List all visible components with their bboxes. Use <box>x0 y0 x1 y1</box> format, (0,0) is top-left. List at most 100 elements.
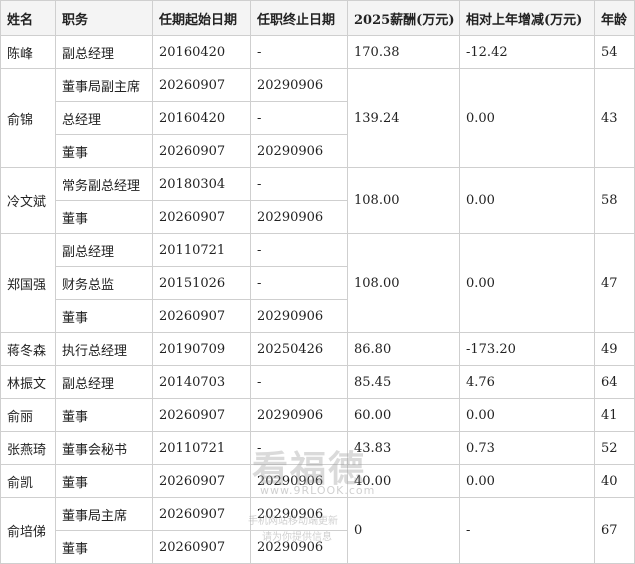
change-value: 0.73 <box>459 431 595 465</box>
role-start-date: 20151026 <box>152 266 251 300</box>
age-value: 52 <box>594 431 635 465</box>
table-row: 林振文 副总经理 20140703-85.45 4.76 64 <box>0 365 635 399</box>
person-name: 林振文 <box>0 365 56 399</box>
change-value: 0.00 <box>459 398 595 432</box>
role-title: 董事 <box>55 530 153 564</box>
salary-value: 86.80 <box>347 332 460 366</box>
table-row: 张燕琦 董事会秘书 20110721-43.83 0.73 52 <box>0 431 635 465</box>
role-title: 副总经理 <box>55 35 153 69</box>
role-start-date: 20160420 <box>152 35 251 69</box>
age-value: 43 <box>594 68 635 168</box>
role-end-date: 20250426 <box>250 332 348 366</box>
age-value: 54 <box>594 35 635 69</box>
role-start-date: 20260907 <box>152 68 251 102</box>
table-row: 冷文斌 常务副总经理 20180304-108.00 0.00 58 <box>0 167 635 234</box>
role-start-date: 20260907 <box>152 530 251 564</box>
role-start-date: 20190709 <box>152 332 251 366</box>
person-name: 陈峰 <box>0 35 56 69</box>
header-name: 姓名 <box>0 0 56 36</box>
header-age: 年龄 <box>594 0 635 36</box>
role-title: 执行总经理 <box>55 332 153 366</box>
salary-value: 40.00 <box>347 464 460 498</box>
role-end-date: 20290906 <box>250 299 348 333</box>
age-value: 58 <box>594 167 635 234</box>
role-end-date: 20290906 <box>250 200 348 234</box>
role-title: 财务总监 <box>55 266 153 300</box>
person-name: 俞锦 <box>0 68 56 168</box>
age-value: 47 <box>594 233 635 333</box>
change-value: -12.42 <box>459 35 595 69</box>
role-end-date: 20290906 <box>250 68 348 102</box>
role-title: 董事局主席 <box>55 497 153 531</box>
role-end-date: - <box>250 266 348 300</box>
age-value: 40 <box>594 464 635 498</box>
salary-value: 139.24 <box>347 68 460 168</box>
role-start-date: 20110721 <box>152 233 251 267</box>
role-end-date: 20290906 <box>250 464 348 498</box>
role-title: 常务副总经理 <box>55 167 153 201</box>
salary-value: 85.45 <box>347 365 460 399</box>
salary-value: 0 <box>347 497 460 564</box>
header-change: 相对上年增减(万元) <box>459 0 595 36</box>
role-start-date: 20260907 <box>152 200 251 234</box>
age-value: 64 <box>594 365 635 399</box>
role-end-date: 20290906 <box>250 530 348 564</box>
role-title: 董事 <box>55 398 153 432</box>
header-end-date: 任职终止日期 <box>250 0 348 36</box>
person-name: 郑国强 <box>0 233 56 333</box>
executive-compensation-table: 姓名 职务 任期起始日期 任职终止日期 2025薪酬(万元) 相对上年增减(万元… <box>0 0 635 564</box>
role-start-date: 20140703 <box>152 365 251 399</box>
role-title: 董事 <box>55 200 153 234</box>
role-end-date: 20290906 <box>250 497 348 531</box>
change-value: 4.76 <box>459 365 595 399</box>
role-end-date: - <box>250 101 348 135</box>
role-title: 董事会秘书 <box>55 431 153 465</box>
role-title: 董事 <box>55 299 153 333</box>
person-name: 俞丽 <box>0 398 56 432</box>
table-row: 郑国强 副总经理 20110721-108.00 0.00 47 <box>0 233 635 333</box>
change-value: 0.00 <box>459 464 595 498</box>
header-position: 职务 <box>55 0 153 36</box>
change-value: 0.00 <box>459 68 595 168</box>
change-value: 0.00 <box>459 233 595 333</box>
role-start-date: 20260907 <box>152 299 251 333</box>
role-start-date: 20260907 <box>152 464 251 498</box>
table-row: 俞丽 董事 20260907 20290906 60.00 0.00 41 <box>0 398 635 432</box>
salary-value: 108.00 <box>347 167 460 234</box>
salary-value: 170.38 <box>347 35 460 69</box>
table-row: 俞培俤 董事局主席 20260907 20290906 0-67 <box>0 497 635 564</box>
table-row: 蒋冬森 执行总经理 20190709 20250426 86.80 -173.20 49 <box>0 332 635 366</box>
table-row: 陈峰 副总经理 20160420-170.38 -12.42 54 <box>0 35 635 69</box>
role-title: 董事局副主席 <box>55 68 153 102</box>
change-value: 0.00 <box>459 167 595 234</box>
age-value: 67 <box>594 497 635 564</box>
role-title: 董事 <box>55 134 153 168</box>
role-start-date: 20260907 <box>152 497 251 531</box>
header-row: 姓名 职务 任期起始日期 任职终止日期 2025薪酬(万元) 相对上年增减(万元… <box>0 0 635 36</box>
table-body: 陈峰 副总经理 20160420-170.38 -12.42 54 俞锦 董事局副主席 202… <box>0 35 635 564</box>
table-row: 俞锦 董事局副主席 20260907 20290906 139.24 0.00 43 <box>0 68 635 168</box>
header-salary: 2025薪酬(万元) <box>347 0 460 36</box>
role-title: 董事 <box>55 464 153 498</box>
role-title: 总经理 <box>55 101 153 135</box>
table-row: 俞凯 董事 20260907 20290906 40.00 0.00 40 <box>0 464 635 498</box>
change-value: -173.20 <box>459 332 595 366</box>
person-name: 蒋冬森 <box>0 332 56 366</box>
header-start-date: 任期起始日期 <box>152 0 251 36</box>
role-start-date: 20160420 <box>152 101 251 135</box>
person-name: 俞凯 <box>0 464 56 498</box>
person-name: 冷文斌 <box>0 167 56 234</box>
role-end-date: 20290906 <box>250 398 348 432</box>
salary-value: 43.83 <box>347 431 460 465</box>
change-value: - <box>459 497 595 564</box>
role-start-date: 20260907 <box>152 398 251 432</box>
age-value: 49 <box>594 332 635 366</box>
role-end-date: - <box>250 35 348 69</box>
role-end-date: - <box>250 431 348 465</box>
role-end-date: - <box>250 167 348 201</box>
salary-value: 60.00 <box>347 398 460 432</box>
salary-value: 108.00 <box>347 233 460 333</box>
role-end-date: - <box>250 365 348 399</box>
person-name: 张燕琦 <box>0 431 56 465</box>
role-title: 副总经理 <box>55 233 153 267</box>
